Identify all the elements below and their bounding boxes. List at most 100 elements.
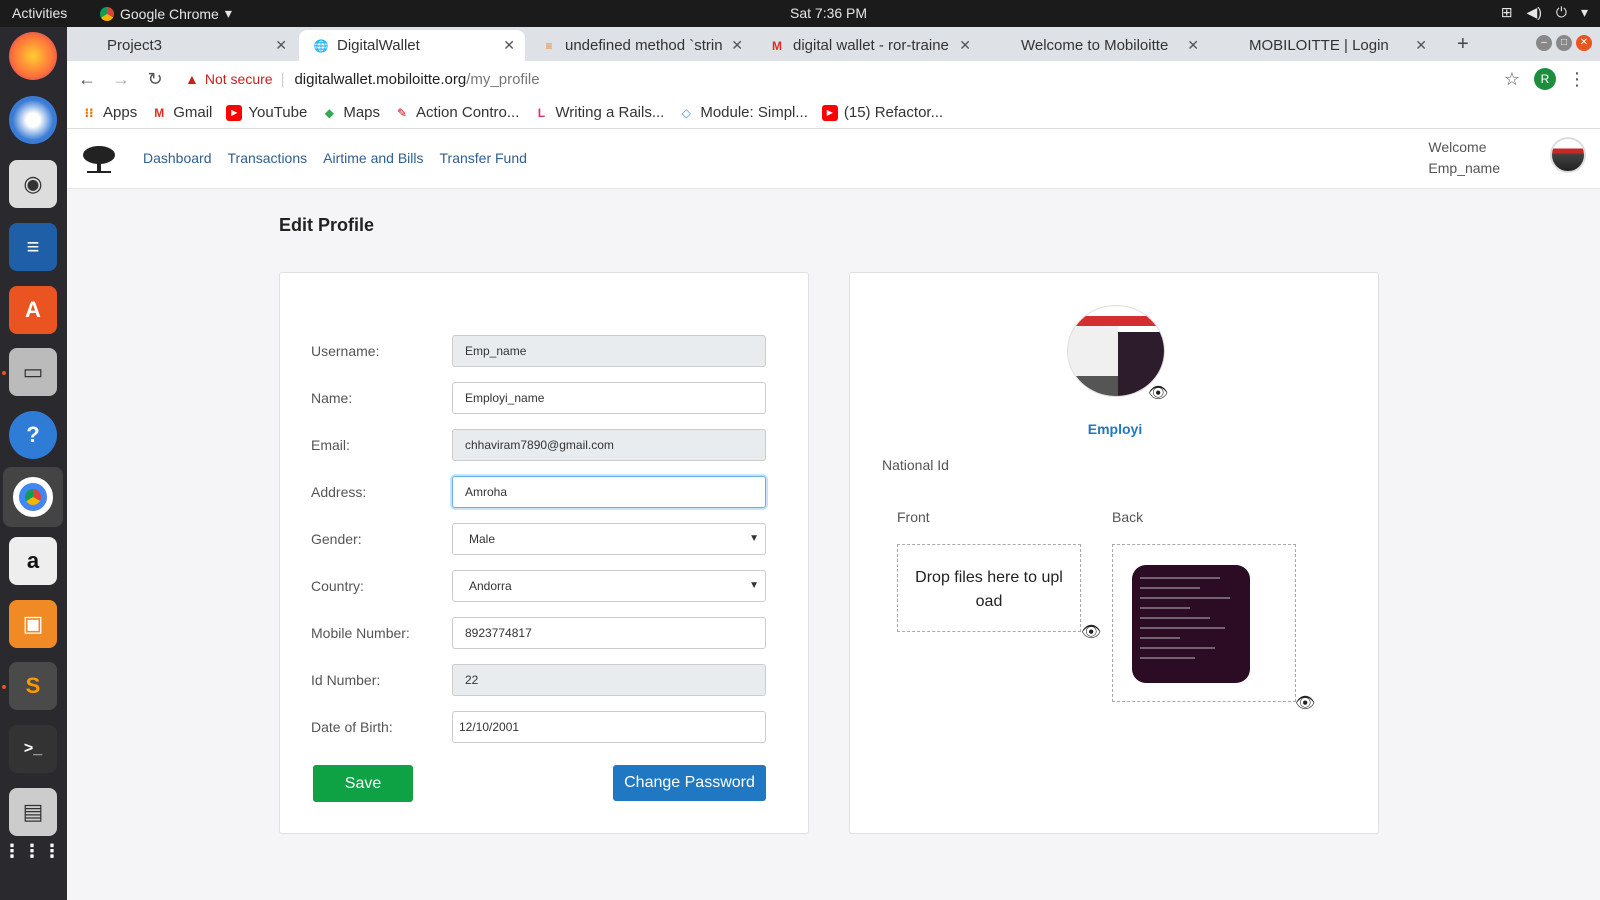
welcome-username: Emp_name (1428, 160, 1500, 176)
email-field[interactable]: chhaviram7890@gmail.com (452, 429, 766, 461)
name-field[interactable]: Employi_name (452, 382, 766, 414)
national-id-label: National Id (882, 457, 949, 473)
tab-welcome-mobiloitte[interactable]: Welcome to Mobiloitte ✕ (983, 30, 1209, 61)
show-apps-icon[interactable]: ⋮⋮⋮ (3, 827, 61, 875)
rails-icon: ✎ (396, 105, 408, 120)
username-label: Username: (311, 343, 380, 359)
nav-airtime-bills[interactable]: Airtime and Bills (323, 150, 423, 166)
stackoverflow-icon: ≡ (545, 38, 553, 53)
help-icon[interactable]: ? (9, 411, 57, 459)
bookmark-star-icon[interactable]: ☆ (1504, 69, 1520, 90)
bookmark-apps[interactable]: ⁝⁝ Apps (81, 104, 137, 121)
tree-logo-icon[interactable] (81, 143, 117, 175)
close-icon[interactable]: ✕ (1415, 37, 1427, 54)
rhythmbox-icon[interactable]: ◉ (9, 160, 57, 208)
nav-transactions[interactable]: Transactions (228, 150, 308, 166)
app-menu[interactable]: Google Chrome ▾ (100, 5, 232, 22)
address-bar[interactable]: digitalwallet.mobiloitte.org/my_profile (294, 71, 539, 88)
front-dropzone[interactable]: Drop files here to upload (897, 544, 1081, 632)
tab-undefined-method[interactable]: ≡ undefined method `strin ✕ (527, 30, 753, 61)
tab-strip: Project3 ✕ 🌐 DigitalWallet ✕ ≡ undefined… (67, 27, 1600, 61)
chrome-icon (100, 6, 114, 21)
back-dropzone[interactable] (1112, 544, 1296, 702)
country-select[interactable]: Andorra ▼ (452, 570, 766, 602)
tab-title: Project3 (107, 37, 163, 54)
clock[interactable]: Sat 7:36 PM (790, 5, 867, 21)
tab-project3[interactable]: Project3 ✕ (69, 30, 297, 61)
main-nav: Dashboard Transactions Airtime and Bills… (143, 150, 527, 166)
terminal-icon[interactable]: >_ (9, 725, 57, 773)
avatar[interactable] (1550, 137, 1586, 173)
bookmark-maps[interactable]: ◆ Maps (321, 104, 380, 121)
username-field[interactable]: Emp_name (452, 335, 766, 367)
firefox-icon[interactable] (9, 32, 57, 80)
bookmark-action-controller[interactable]: ✎ Action Contro... (394, 104, 519, 121)
gender-select[interactable]: Male ▼ (452, 523, 766, 555)
close-icon[interactable]: ✕ (731, 37, 743, 54)
files-drawer-icon[interactable]: ▭ (9, 348, 57, 396)
amazon-icon[interactable]: a (9, 537, 57, 585)
eye-icon[interactable]: 👁 (1295, 693, 1315, 713)
power-icon: ⏻ (1555, 4, 1567, 20)
reload-button[interactable]: ↻ (141, 69, 169, 90)
system-top-bar: Activities Google Chrome ▾ Sat 7:36 PM ⊞… (0, 0, 1600, 27)
country-value: Andorra (469, 579, 512, 593)
tab-digitalwallet[interactable]: 🌐 DigitalWallet ✕ (299, 30, 525, 61)
nav-dashboard[interactable]: Dashboard (143, 150, 212, 166)
profile-button[interactable]: R (1534, 68, 1556, 90)
minimize-button[interactable]: – (1536, 35, 1552, 51)
bookmark-refactor[interactable]: ▶ (15) Refactor... (821, 104, 944, 121)
welcome-label: Welcome (1428, 139, 1487, 155)
bookmark-label: YouTube (248, 104, 308, 121)
id-number-field[interactable]: 22 (452, 664, 766, 696)
bookmark-label: Apps (103, 104, 138, 121)
tab-title: undefined method `strin (565, 37, 723, 54)
eye-icon[interactable]: 👁 (1148, 383, 1168, 403)
mobile-label: Mobile Number: (311, 625, 410, 641)
eye-icon[interactable]: 👁 (1081, 622, 1101, 642)
security-indicator[interactable]: ▲ Not secure (185, 71, 273, 87)
bookmark-label: (15) Refactor... (843, 104, 944, 121)
bookmark-module-simple[interactable]: ◇ Module: Simpl... (678, 104, 808, 121)
writer-icon[interactable]: ≡ (9, 223, 57, 271)
new-tab-button[interactable]: + (1457, 33, 1469, 56)
dob-field[interactable]: 12/10/2001 (452, 711, 766, 743)
maximize-button[interactable]: □ (1556, 35, 1572, 51)
close-icon[interactable]: ✕ (1187, 37, 1199, 54)
sublime-text-icon[interactable]: S (9, 662, 57, 710)
window-controls: – □ ✕ (1536, 35, 1592, 51)
address-field[interactable]: Amroha (452, 476, 766, 508)
bookmark-writing-rails[interactable]: L Writing a Rails... (533, 104, 665, 121)
url-path: /my_profile (466, 70, 540, 88)
bookmark-label: Writing a Rails... (555, 104, 665, 121)
tab-digital-wallet-gmail[interactable]: M digital wallet - ror-traine ✕ (755, 30, 981, 61)
form-row-username: Username: Emp_name (311, 335, 771, 377)
file-manager-icon[interactable]: ▣ (9, 600, 57, 648)
close-icon[interactable]: ✕ (275, 37, 287, 54)
thunderbird-icon[interactable] (9, 96, 57, 144)
front-label: Front (897, 509, 930, 525)
bookmark-youtube[interactable]: ▶ YouTube (226, 104, 307, 121)
id-number-label: Id Number: (311, 672, 381, 688)
change-password-button[interactable]: Change Password (613, 765, 766, 801)
mobile-field[interactable]: 8923774817 (452, 617, 766, 649)
system-tray[interactable]: ⊞ ◀) ⏻ ▾ (1501, 4, 1588, 21)
url-host: digitalwallet.mobiloitte.org (294, 70, 467, 88)
back-button[interactable]: ← (73, 69, 101, 90)
chrome-dock-icon[interactable] (3, 467, 63, 527)
bookmark-gmail[interactable]: M Gmail (151, 104, 212, 121)
close-icon[interactable]: ✕ (959, 37, 971, 54)
activities-button[interactable]: Activities (12, 5, 67, 21)
close-icon[interactable]: ✕ (503, 37, 515, 54)
chevron-down-icon: ▾ (224, 5, 232, 21)
save-button[interactable]: Save (313, 765, 413, 802)
tab-mobiloitte-login[interactable]: MOBILOITTE | Login ✕ (1211, 30, 1437, 61)
profile-name: Employi (1087, 421, 1143, 437)
menu-icon[interactable]: ⋮ (1568, 69, 1586, 90)
welcome-user[interactable]: Welcome Emp_name (1428, 137, 1500, 179)
nav-transfer-fund[interactable]: Transfer Fund (440, 150, 527, 166)
youtube-icon: ▶ (821, 104, 838, 121)
close-window-button[interactable]: ✕ (1576, 35, 1592, 51)
forward-button[interactable]: → (107, 69, 135, 90)
software-center-icon[interactable]: A (9, 286, 57, 334)
